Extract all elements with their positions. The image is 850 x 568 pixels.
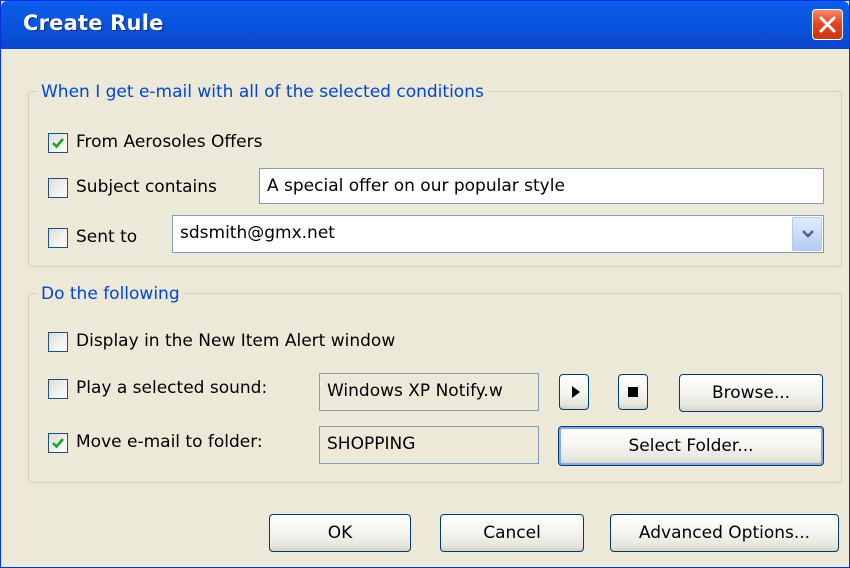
stop-icon — [628, 387, 638, 397]
stop-sound-button[interactable] — [618, 374, 648, 410]
play-icon — [572, 386, 580, 398]
folder-field: SHOPPING — [319, 426, 539, 464]
sent-to-checkbox[interactable] — [48, 228, 68, 248]
sent-to-label[interactable]: Sent to — [76, 226, 137, 248]
alert-label[interactable]: Display in the New Item Alert window — [76, 330, 395, 352]
sound-label[interactable]: Play a selected sound: — [76, 377, 267, 399]
alert-checkbox[interactable] — [48, 332, 68, 352]
conditions-legend: When I get e-mail with all of the select… — [37, 82, 488, 102]
dialog-title: Create Rule — [23, 11, 164, 35]
subject-label[interactable]: Subject contains — [76, 176, 217, 198]
close-button[interactable] — [812, 9, 843, 40]
subject-text-field[interactable]: A special offer on our popular style — [259, 168, 824, 204]
subject-checkbox[interactable] — [48, 178, 68, 198]
create-rule-dialog: Create Rule When I get e-mail with all o… — [0, 0, 850, 568]
select-folder-button[interactable]: Select Folder... — [558, 426, 824, 466]
sound-checkbox[interactable] — [48, 379, 68, 399]
chevron-down-icon — [802, 230, 814, 238]
checkmark-icon — [52, 438, 64, 449]
checkmark-icon — [52, 138, 64, 149]
play-sound-button[interactable] — [559, 374, 589, 410]
sound-file-field: Windows XP Notify.w — [319, 373, 539, 411]
from-checkbox[interactable] — [48, 133, 68, 153]
title-bar[interactable]: Create Rule — [1, 1, 849, 49]
sent-to-dropdown-button[interactable] — [792, 217, 822, 251]
sent-to-combobox[interactable]: sdsmith@gmx.net — [172, 215, 824, 253]
advanced-options-button[interactable]: Advanced Options... — [610, 514, 839, 552]
move-checkbox[interactable] — [48, 433, 68, 453]
close-icon — [819, 16, 836, 33]
dialog-body: When I get e-mail with all of the select… — [1, 49, 849, 567]
cancel-button[interactable]: Cancel — [440, 514, 584, 552]
move-label[interactable]: Move e-mail to folder: — [76, 431, 263, 453]
ok-button[interactable]: OK — [269, 514, 411, 552]
sent-to-value: sdsmith@gmx.net — [180, 223, 335, 243]
from-label[interactable]: From Aerosoles Offers — [76, 131, 262, 153]
browse-button[interactable]: Browse... — [679, 374, 823, 412]
actions-legend: Do the following — [37, 284, 184, 304]
